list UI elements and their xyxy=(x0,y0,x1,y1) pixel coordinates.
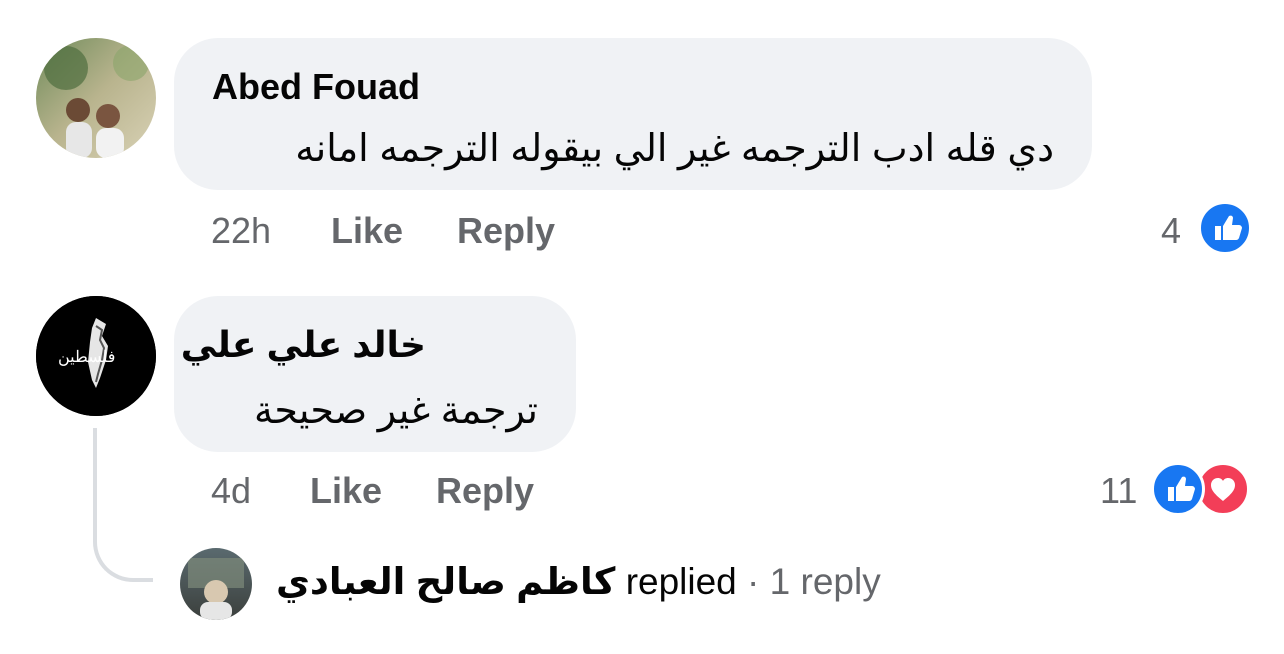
comment-bubble: خالد علي علي ترجمة غير صحيحة xyxy=(174,296,576,452)
thread-connector-line xyxy=(93,428,153,582)
reply-count[interactable]: 1 reply xyxy=(770,561,881,602)
like-button[interactable]: Like xyxy=(310,470,382,512)
avatar-abed-fouad[interactable] xyxy=(36,38,156,158)
view-replies-link[interactable]: كاظم صالح العبادي replied · 1 reply xyxy=(276,560,881,603)
reply-author-name[interactable]: كاظم صالح العبادي xyxy=(276,561,615,602)
comment-author[interactable]: خالد علي علي xyxy=(181,324,426,366)
avatar-kazem-saleh[interactable] xyxy=(180,548,252,620)
reply-separator: · xyxy=(747,561,760,602)
comment-timestamp[interactable]: 4d xyxy=(211,470,251,512)
comment-text: دي قله ادب الترجمه غير الي بيقوله الترجم… xyxy=(295,128,1054,170)
comment-text: ترجمة غير صحيحة xyxy=(254,390,538,432)
avatar-khaled-ali[interactable]: فلسطين xyxy=(36,296,156,416)
reply-action-text: replied xyxy=(625,561,737,602)
reply-button[interactable]: Reply xyxy=(457,210,555,252)
reaction-count[interactable]: 11 xyxy=(1100,470,1137,512)
like-icon[interactable] xyxy=(1198,201,1252,255)
svg-text:فلسطين: فلسطين xyxy=(58,347,115,366)
comment-author[interactable]: Abed Fouad xyxy=(212,66,420,108)
like-button[interactable]: Like xyxy=(331,210,403,252)
reaction-count[interactable]: 4 xyxy=(1161,210,1181,252)
reply-button[interactable]: Reply xyxy=(436,470,534,512)
like-icon[interactable] xyxy=(1151,462,1205,516)
comment-bubble: Abed Fouad دي قله ادب الترجمه غير الي بي… xyxy=(174,38,1092,190)
comment-timestamp[interactable]: 22h xyxy=(211,210,271,252)
